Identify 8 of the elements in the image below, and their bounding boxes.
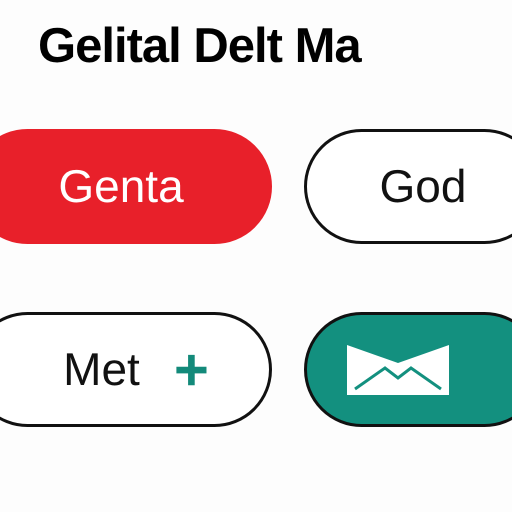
text-button[interactable]: Genta xyxy=(0,129,272,244)
page-title: Gelital Delt Ma xyxy=(38,22,362,71)
mail-button[interactable] xyxy=(304,312,512,427)
mail-icon xyxy=(347,344,449,394)
text-button[interactable]: Met + xyxy=(0,312,272,427)
plus-icon: + xyxy=(174,340,209,400)
button-label: Met xyxy=(63,342,140,397)
text-button[interactable]: God xyxy=(304,129,512,244)
